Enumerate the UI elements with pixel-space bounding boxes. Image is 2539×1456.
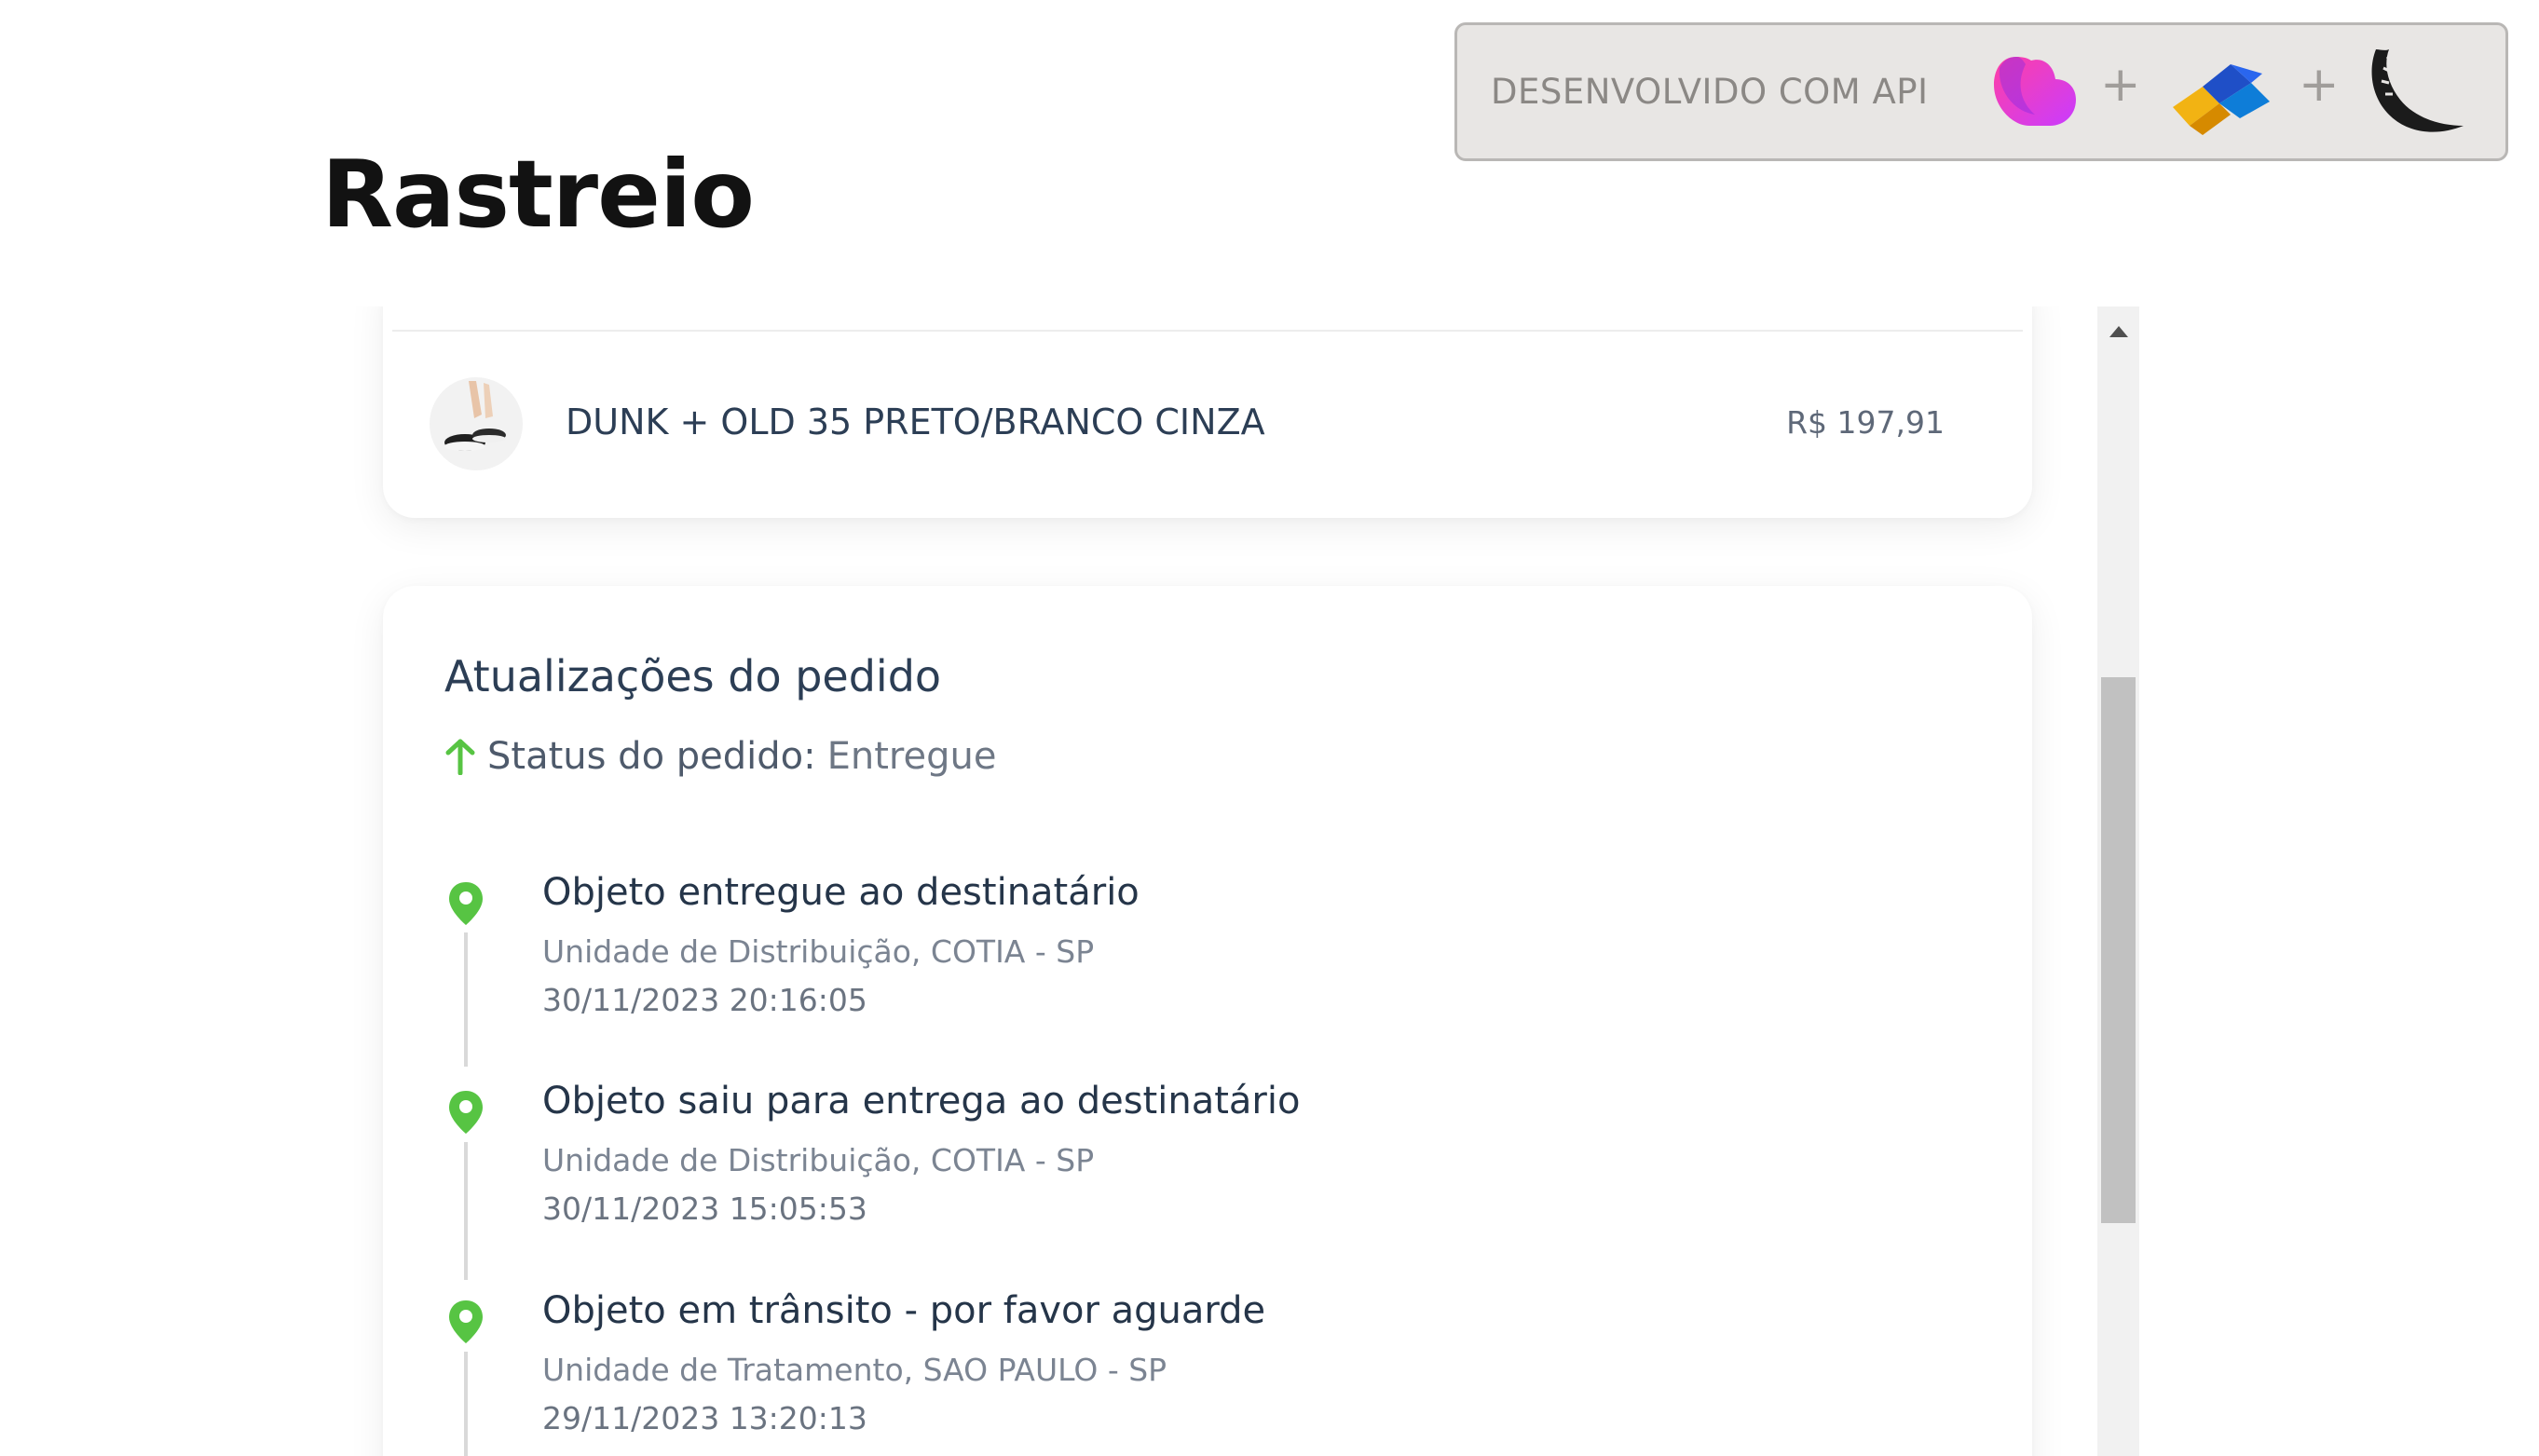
event-location: Unidade de Distribuição, COTIA - SP <box>542 1142 1095 1178</box>
status-value: Entregue <box>826 735 997 778</box>
caret-up-icon <box>2109 326 2128 337</box>
product-name: DUNK + OLD 35 PRETO/BRANCO CINZA <box>566 401 1265 442</box>
event-datetime: 30/11/2023 20:16:05 <box>542 982 867 1018</box>
event-title: Objeto saiu para entrega ao destinatário <box>542 1080 1301 1123</box>
order-updates-card: Atualizações do pedido Status do pedido:… <box>383 586 2032 1456</box>
scrollbar-thumb[interactable] <box>2101 677 2136 1223</box>
event-datetime: 29/11/2023 13:20:13 <box>542 1400 867 1436</box>
event-location: Unidade de Tratamento, SAO PAULO - SP <box>542 1352 1167 1388</box>
crescent-moon-logo-icon <box>2371 49 2464 132</box>
plus-separator: + <box>2100 57 2141 113</box>
order-status: Status do pedido: Entregue <box>444 735 996 778</box>
divider <box>392 330 2023 332</box>
page: DESENVOLVIDO COM API + + Rastreio DUNK +… <box>0 0 2539 1456</box>
event-location: Unidade de Distribuição, COTIA - SP <box>542 933 1095 970</box>
tracking-scroll-panel[interactable]: DUNK + OLD 35 PRETO/BRANCO CINZA R$ 197,… <box>321 306 2138 1456</box>
location-pin-icon <box>449 1091 483 1134</box>
event-title: Objeto em trânsito - por favor aguarde <box>542 1289 1266 1332</box>
updates-title: Atualizações do pedido <box>444 651 942 701</box>
event-datetime: 30/11/2023 15:05:53 <box>542 1191 867 1227</box>
status-label: Status do pedido: <box>487 735 816 778</box>
scroll-up-button[interactable] <box>2097 318 2139 346</box>
product-card: DUNK + OLD 35 PRETO/BRANCO CINZA R$ 197,… <box>383 306 2032 518</box>
api-banner: DESENVOLVIDO COM API + + <box>1454 22 2508 161</box>
heart-logo-icon <box>1994 57 2076 126</box>
timeline-event: Objeto entregue ao destinatário Unidade … <box>383 871 1967 1057</box>
timeline-event: Objeto saiu para entrega ao destinatário… <box>383 1080 1967 1266</box>
page-title: Rastreio <box>321 140 755 249</box>
plus-separator: + <box>2299 57 2340 113</box>
flag-logo-icon <box>2173 64 2270 135</box>
location-pin-icon <box>449 882 483 925</box>
timeline-event: Objeto em trânsito - por favor aguarde U… <box>383 1289 1967 1456</box>
arrow-up-icon <box>445 739 475 775</box>
product-thumbnail <box>430 377 523 470</box>
location-pin-icon <box>449 1300 483 1343</box>
event-title: Objeto entregue ao destinatário <box>542 871 1140 914</box>
product-price: R$ 197,91 <box>1786 404 1945 441</box>
api-banner-label: DESENVOLVIDO COM API <box>1491 72 1929 112</box>
vertical-scrollbar[interactable] <box>2097 306 2139 1456</box>
